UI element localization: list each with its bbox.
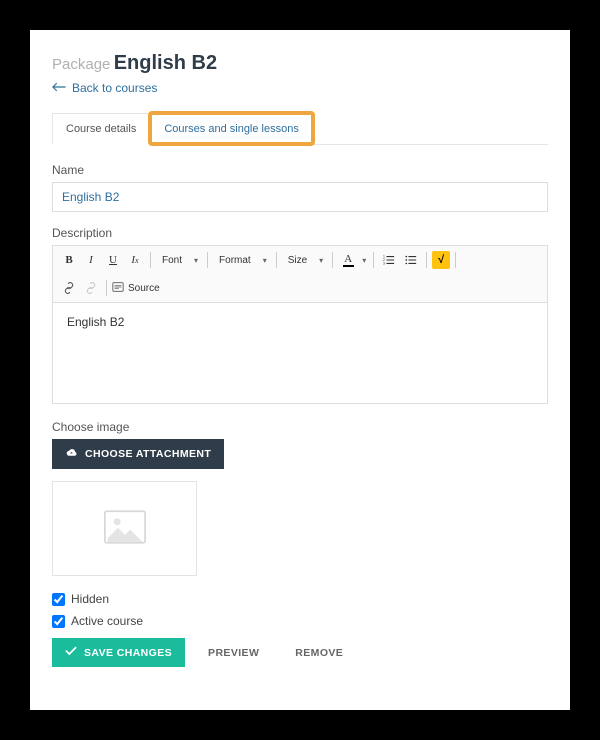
link-button[interactable] <box>59 278 79 298</box>
back-link-label: Back to courses <box>72 81 157 95</box>
choose-attachment-label: CHOOSE ATTACHMENT <box>85 448 211 460</box>
bullet-list-button[interactable] <box>401 250 421 270</box>
page-title-row: Package English B2 <box>52 52 548 75</box>
format-select[interactable]: Format ▾ <box>213 250 271 270</box>
format-select-label: Format <box>219 255 251 266</box>
cloud-upload-icon <box>65 447 78 461</box>
check-icon <box>65 646 77 659</box>
numbered-list-button[interactable]: 123 <box>379 250 399 270</box>
italic-button[interactable]: I <box>81 250 101 270</box>
chevron-down-icon: ▾ <box>319 256 323 265</box>
text-color-label: A <box>344 254 352 265</box>
tab-course-details[interactable]: Course details <box>52 113 150 145</box>
separator <box>150 252 151 268</box>
math-button[interactable]: √ <box>432 251 450 269</box>
source-button[interactable]: Source <box>112 281 160 296</box>
separator <box>106 280 107 296</box>
choose-image-label: Choose image <box>52 420 548 434</box>
chevron-down-icon: ▾ <box>263 256 267 265</box>
action-buttons: SAVE CHANGES PREVIEW REMOVE <box>52 638 548 667</box>
separator <box>332 252 333 268</box>
source-icon <box>112 281 124 296</box>
back-to-courses-link[interactable]: Back to courses <box>52 81 157 95</box>
remove-format-button[interactable]: Ix <box>125 250 145 270</box>
save-changes-button[interactable]: SAVE CHANGES <box>52 638 185 667</box>
package-title: English B2 <box>114 52 217 74</box>
hidden-checkbox[interactable] <box>52 593 65 606</box>
active-label: Active course <box>71 614 143 628</box>
name-label: Name <box>52 163 548 177</box>
chevron-down-icon[interactable]: ▾ <box>360 256 368 265</box>
size-select[interactable]: Size ▾ <box>282 250 327 270</box>
size-select-label: Size <box>288 255 307 266</box>
hidden-checkbox-row[interactable]: Hidden <box>52 592 548 606</box>
description-label: Description <box>52 226 548 240</box>
text-color-button[interactable]: A <box>338 250 358 270</box>
active-course-checkbox[interactable] <box>52 615 65 628</box>
package-label: Package <box>52 56 110 73</box>
font-select[interactable]: Font ▾ <box>156 250 202 270</box>
underline-button[interactable]: U <box>103 250 123 270</box>
active-checkbox-row[interactable]: Active course <box>52 614 548 628</box>
editor-content[interactable]: English B2 <box>53 303 547 403</box>
choose-attachment-button[interactable]: CHOOSE ATTACHMENT <box>52 439 224 469</box>
font-select-label: Font <box>162 255 182 266</box>
remove-button[interactable]: REMOVE <box>282 639 356 667</box>
separator <box>276 252 277 268</box>
separator <box>455 252 456 268</box>
image-preview <box>52 481 197 576</box>
separator <box>373 252 374 268</box>
image-placeholder-icon <box>104 510 146 547</box>
name-input[interactable] <box>52 182 548 212</box>
tabs: Course details Courses and single lesson… <box>52 113 548 145</box>
chevron-down-icon: ▾ <box>194 256 198 265</box>
tab-courses-and-single-lessons[interactable]: Courses and single lessons <box>150 113 313 144</box>
hidden-label: Hidden <box>71 592 109 606</box>
preview-button[interactable]: PREVIEW <box>195 639 272 667</box>
arrow-left-icon <box>52 81 66 95</box>
course-edit-panel: Package English B2 Back to courses Cours… <box>30 30 570 710</box>
editor-toolbar: B I U Ix Font ▾ Format ▾ Size ▾ A <box>53 246 547 303</box>
unlink-button[interactable] <box>81 278 101 298</box>
source-label: Source <box>128 283 160 294</box>
separator <box>207 252 208 268</box>
svg-text:3: 3 <box>383 261 385 265</box>
bold-button[interactable]: B <box>59 250 79 270</box>
separator <box>426 252 427 268</box>
rich-text-editor: B I U Ix Font ▾ Format ▾ Size ▾ A <box>52 245 548 404</box>
save-label: SAVE CHANGES <box>84 647 172 659</box>
